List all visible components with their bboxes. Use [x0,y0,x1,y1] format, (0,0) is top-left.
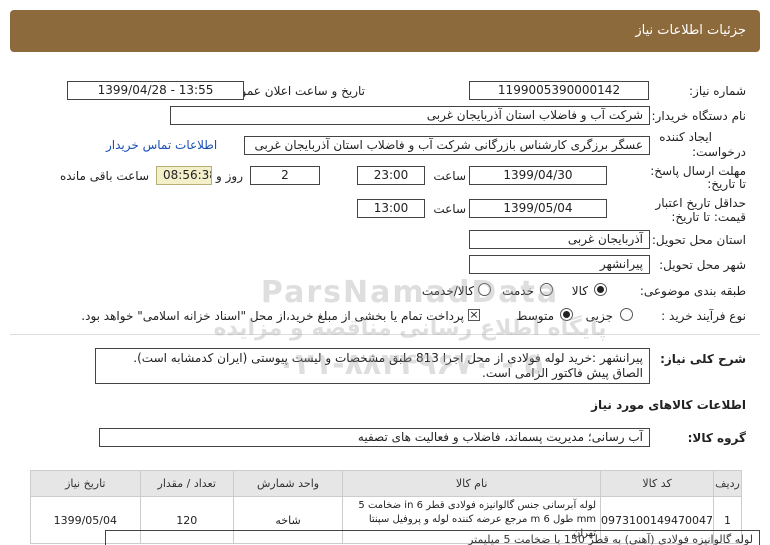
buyer-org-label: نام دستگاه خریدار: [651,109,747,123]
announce-field: 1399/04/28 - 13:55 [67,81,244,100]
reply-date-field: 1399/04/30 [469,166,607,185]
description-label: شرح کلی نیاز: [660,352,746,366]
remaining-time-field: 08:56:38 [156,166,212,185]
days-remaining-field: 2 [250,166,320,185]
province-label: استان محل تحویل: [651,233,746,247]
process-option-minor: جزیی [585,309,613,323]
category-label: طبقه بندی موضوعی: [639,284,746,298]
col-row: ردیف [713,470,742,497]
category-option-goods-service: کالا/خدمت [421,284,474,298]
col-date: تاریخ نیاز [30,470,141,497]
category-option-service: خدمت [502,284,534,298]
price-time-label: ساعت [433,202,466,216]
goods-group-label: گروه کالا: [687,431,746,445]
remaining-label: ساعت باقی مانده [59,169,149,183]
category-option-goods: کالا [571,284,588,298]
buyer-org-field: شرکت آب و فاضلاب استان آذربایجان غربی [170,106,650,125]
days-label: روز و [216,169,243,183]
price-validity-label-2: قیمت: تا تاریخ: [671,210,746,224]
contact-info-link[interactable]: اطلاعات تماس خریدار [106,138,217,152]
reply-time-field: 23:00 [357,166,425,185]
process-option-medium: متوسط [516,309,554,323]
creator-field: عسگر برزگری کارشناس بازرگانی شرکت آب و ف… [244,136,650,155]
divider [10,334,760,335]
process-radio-minor[interactable] [620,308,633,321]
table-header-row: ردیف کد کالا نام کالا واحد شمارش تعداد /… [30,470,742,497]
category-radio-service[interactable] [540,283,553,296]
price-validity-label: حداقل تاریخ اعتبار [655,196,746,210]
city-label: شهر محل تحویل: [659,258,746,272]
treasury-payment-checkbox[interactable]: × [468,309,480,321]
goods-group-field: آب رسانی؛ مدیریت پسماند، فاضلاب و فعالیت… [99,428,650,447]
reply-deadline-label: مهلت ارسال پاسخ: [650,164,746,178]
col-qty: تعداد / مقدار [139,470,234,497]
need-number-label: شماره نیاز: [689,84,746,98]
bottom-note-box: لوله گالوانیزه فولادی (آهنی) به قطر 150 … [105,530,760,545]
process-type-label: نوع فرآیند خرید : [661,309,746,323]
goods-section-title: اطلاعات کالاهای مورد نیاز [591,398,746,412]
col-unit: واحد شمارش [232,470,344,497]
province-field: آذربایجان غربی [469,230,650,249]
creator-label: ایجاد کننده [659,130,712,144]
page-title: جزئیات اطلاعات نیاز [635,23,746,38]
reply-deadline-label-2: تا تاریخ: [707,177,746,191]
process-radio-medium[interactable] [560,308,573,321]
page-header: جزئیات اطلاعات نیاز [10,10,760,52]
need-number-field: 1199005390000142 [469,81,649,100]
category-radio-goods-service[interactable] [478,283,491,296]
col-name: نام کالا [342,470,602,497]
payment-note: پرداخت تمام یا بخشی از مبلغ خرید،از محل … [81,309,464,323]
watermark-line-1: ParsNamadData [260,275,560,310]
description-box: پیرانشهر :خرید لوله فولادی از محل اجرا 8… [95,348,650,384]
col-code: کد کالا [600,470,715,497]
category-radio-goods[interactable] [594,283,607,296]
creator-label-2: درخواست: [692,145,746,159]
price-time-field: 13:00 [357,199,425,218]
price-date-field: 1399/05/04 [469,199,607,218]
reply-time-label: ساعت [433,169,466,183]
city-field: پیرانشهر [469,255,650,274]
